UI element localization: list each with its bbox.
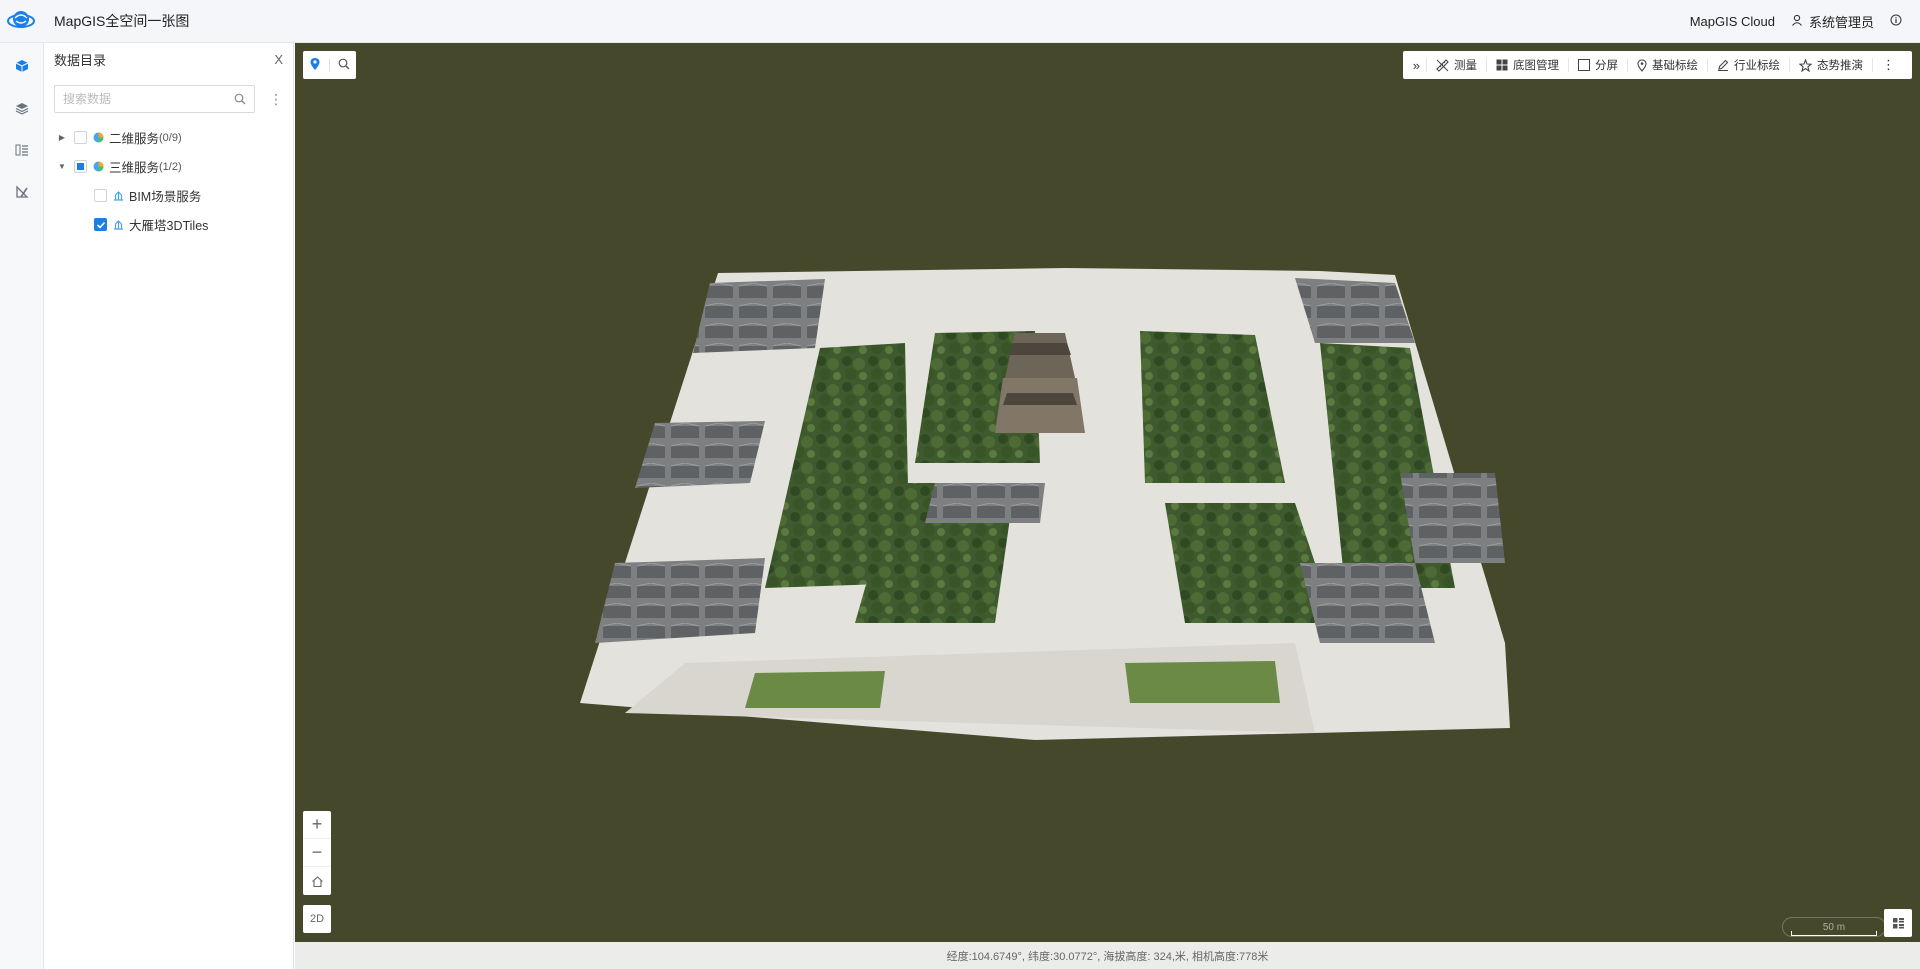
map-viewport[interactable]: » 测量 底图管理 分屏 基础标绘 行业标绘 态势推演 ⋮ + − 2D 50 … <box>295 43 1920 942</box>
tree-leaf-label: BIM场景服务 <box>129 190 202 204</box>
ruler-icon <box>1436 58 1449 72</box>
data-catalog-panel: 数据目录 X ⋮ ▶ 二维服务(0/9) ▼ 三维服务(1/2) <box>44 43 294 969</box>
tree-leaf-dayanta[interactable]: 大雁塔3DTiles <box>44 210 293 239</box>
layers-button[interactable] <box>0 87 44 129</box>
list-icon <box>15 144 28 156</box>
tree-node-label: 二维服务 <box>109 132 160 146</box>
basic-plot-label: 基础标绘 <box>1652 60 1698 72</box>
industry-plot-tool[interactable]: 行业标绘 <box>1707 58 1789 72</box>
3d-tiles-model <box>580 268 1510 740</box>
vertical-ellipsis-icon: ⋮ <box>1882 57 1895 72</box>
measure-tool[interactable]: 测量 <box>1426 58 1486 72</box>
leaf-checkbox[interactable] <box>94 189 107 202</box>
cube-icon <box>15 60 29 72</box>
draw-tool-button[interactable] <box>0 171 44 213</box>
zoom-controls: + − <box>303 811 331 895</box>
tree-leaf-label: 大雁塔3DTiles <box>129 219 209 233</box>
split-screen-icon <box>1578 59 1590 71</box>
caret-down-icon[interactable]: ▼ <box>54 162 70 171</box>
toggle-2d-button[interactable]: 2D <box>303 905 331 933</box>
divider <box>329 59 330 71</box>
panel-title: 数据目录 <box>54 52 107 68</box>
basic-plot-tool[interactable]: 基础标绘 <box>1627 58 1707 72</box>
tree-node-count: (0/9) <box>159 131 182 144</box>
service-group-icon <box>93 132 104 143</box>
map-pin-icon <box>1637 58 1647 72</box>
tree-node-count: (1/2) <box>159 160 182 173</box>
layers-icon <box>15 103 29 115</box>
split-screen-label: 分屏 <box>1595 60 1618 72</box>
app-title: MapGIS全空间一张图 <box>54 13 190 29</box>
tree-node-2d-services[interactable]: ▶ 二维服务 (0/9) <box>44 123 293 152</box>
tree-node-label: 三维服务 <box>109 161 160 175</box>
data-catalog-button[interactable] <box>0 45 44 87</box>
situation-deduction-label: 态势推演 <box>1817 60 1863 72</box>
measure-label: 测量 <box>1454 60 1477 72</box>
node-checkbox[interactable] <box>74 131 87 144</box>
tree-leaf-bim[interactable]: BIM场景服务 <box>44 181 293 210</box>
close-panel-button[interactable]: X <box>274 52 283 67</box>
grid-layout-icon <box>1892 917 1904 928</box>
grid-icon <box>1496 59 1508 71</box>
zoom-out-button[interactable]: − <box>303 839 331 867</box>
catalog-tree: ▶ 二维服务 (0/9) ▼ 三维服务 (1/2) BIM场景服务 大雁塔3DT… <box>44 123 293 239</box>
scale-bar: 50 m <box>1782 917 1886 937</box>
coordinate-readout: 经度:104.6749°, 纬度:30.0772°, 海拔高度: 324,米, … <box>946 950 1269 963</box>
coordinate-status-bar: 经度:104.6749°, 纬度:30.0772°, 海拔高度: 324,米, … <box>295 942 1920 969</box>
situation-deduction-tool[interactable]: 态势推演 <box>1789 58 1872 72</box>
info-icon[interactable] <box>1890 14 1902 29</box>
model-service-icon <box>113 190 124 201</box>
search-input[interactable] <box>63 92 234 106</box>
user-icon <box>1791 14 1803 29</box>
search-icon[interactable] <box>234 93 246 105</box>
tree-node-3d-services[interactable]: ▼ 三维服务 (1/2) <box>44 152 293 181</box>
model-service-icon <box>113 219 124 230</box>
app-header: MapGIS全空间一张图 MapGIS Cloud 系统管理员 <box>0 0 1920 43</box>
star-icon <box>1799 58 1812 72</box>
zoom-in-button[interactable]: + <box>303 811 331 839</box>
search-field[interactable] <box>54 85 255 113</box>
pencil-icon <box>1718 59 1729 71</box>
map-locate-search-toolbar <box>303 51 356 79</box>
expand-toolbar-button[interactable]: » <box>1411 58 1426 73</box>
split-screen-tool[interactable]: 分屏 <box>1568 58 1627 72</box>
pen-ruler-icon <box>16 185 29 198</box>
globe-logo-icon <box>6 6 36 36</box>
basemap-label: 底图管理 <box>1513 60 1559 72</box>
home-view-button[interactable] <box>303 867 331 895</box>
legend-button[interactable] <box>0 129 44 171</box>
leaf-checkbox-checked[interactable] <box>94 218 107 231</box>
check-icon <box>96 221 105 229</box>
toolbar-more-button[interactable]: ⋮ <box>1872 57 1904 72</box>
industry-plot-label: 行业标绘 <box>1734 60 1780 72</box>
location-pin-icon[interactable] <box>309 57 321 74</box>
service-group-icon <box>93 161 104 172</box>
activity-bar <box>0 43 44 969</box>
map-function-toolbar: » 测量 底图管理 分屏 基础标绘 行业标绘 态势推演 ⋮ <box>1402 51 1912 79</box>
basemap-tool[interactable]: 底图管理 <box>1486 58 1568 72</box>
home-icon <box>311 875 323 887</box>
user-menu[interactable]: 系统管理员 <box>1791 12 1874 31</box>
mapgis-cloud-link[interactable]: MapGIS Cloud <box>1690 14 1775 29</box>
layout-switch-button[interactable] <box>1884 909 1912 937</box>
scale-line <box>1791 931 1877 936</box>
caret-right-icon[interactable]: ▶ <box>54 133 70 142</box>
node-checkbox[interactable] <box>74 160 87 173</box>
user-name: 系统管理员 <box>1808 14 1874 30</box>
more-options-icon[interactable]: ⋮ <box>269 91 283 108</box>
map-search-icon[interactable] <box>338 58 350 73</box>
